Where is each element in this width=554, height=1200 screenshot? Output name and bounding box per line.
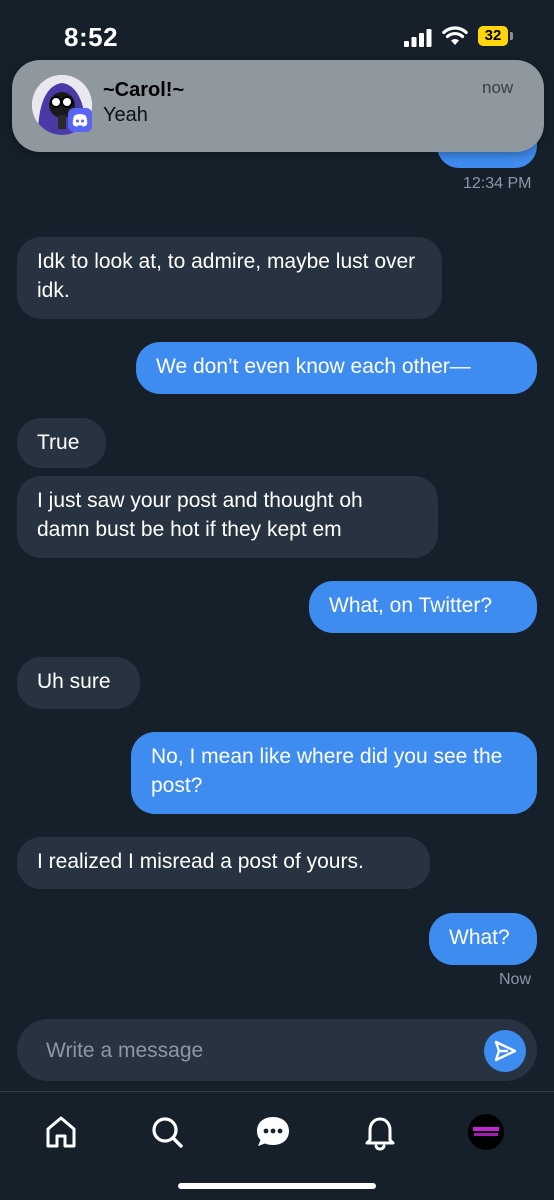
tab-profile[interactable]: [466, 1112, 506, 1152]
tab-search[interactable]: [147, 1112, 187, 1152]
notification-sender: ~Carol!~: [103, 79, 185, 101]
notifications-icon: [365, 1117, 395, 1151]
message-timestamp: 12:34 PM: [463, 175, 532, 192]
home-indicator: [178, 1183, 376, 1189]
status-time: 8:52: [64, 22, 119, 52]
message-bubble-incoming[interactable]: I realized I misread a post of yours.: [17, 837, 430, 889]
discord-icon: [68, 108, 92, 132]
message-bubble-outgoing[interactable]: No, I mean like where did you see the po…: [131, 732, 537, 814]
home-icon: [46, 1116, 76, 1148]
notification-time: now: [482, 78, 514, 97]
message-bubble-outgoing[interactable]: What?: [429, 913, 537, 965]
wifi-icon: [442, 26, 468, 45]
tab-notifications[interactable]: [360, 1112, 400, 1152]
search-icon: [152, 1117, 183, 1148]
send-button[interactable]: [484, 1030, 526, 1072]
tab-home[interactable]: [41, 1112, 81, 1152]
message-bubble-incoming[interactable]: Uh sure: [17, 657, 140, 709]
tab-messages[interactable]: [253, 1112, 293, 1152]
messages-icon: [257, 1117, 289, 1146]
battery-level: 32: [478, 26, 508, 46]
message-composer: [17, 1019, 537, 1081]
message-bubble-incoming[interactable]: True: [17, 418, 106, 468]
notification-message: Yeah: [103, 104, 148, 126]
profile-avatar: [468, 1114, 504, 1150]
battery-tip: [510, 32, 513, 40]
battery-indicator: 32: [478, 26, 514, 46]
message-bubble-incoming[interactable]: I just saw your post and thought oh damn…: [17, 476, 438, 558]
message-input[interactable]: [44, 1034, 468, 1068]
message-bubble-outgoing[interactable]: We don’t even know each other—: [136, 342, 537, 394]
message-bubble-outgoing[interactable]: What, on Twitter?: [309, 581, 537, 633]
cellular-signal-icon: [404, 29, 432, 47]
message-timestamp: Now: [499, 971, 532, 988]
message-bubble-incoming[interactable]: Idk to look at, to admire, maybe lust ov…: [17, 237, 442, 319]
send-icon: [494, 1040, 517, 1062]
